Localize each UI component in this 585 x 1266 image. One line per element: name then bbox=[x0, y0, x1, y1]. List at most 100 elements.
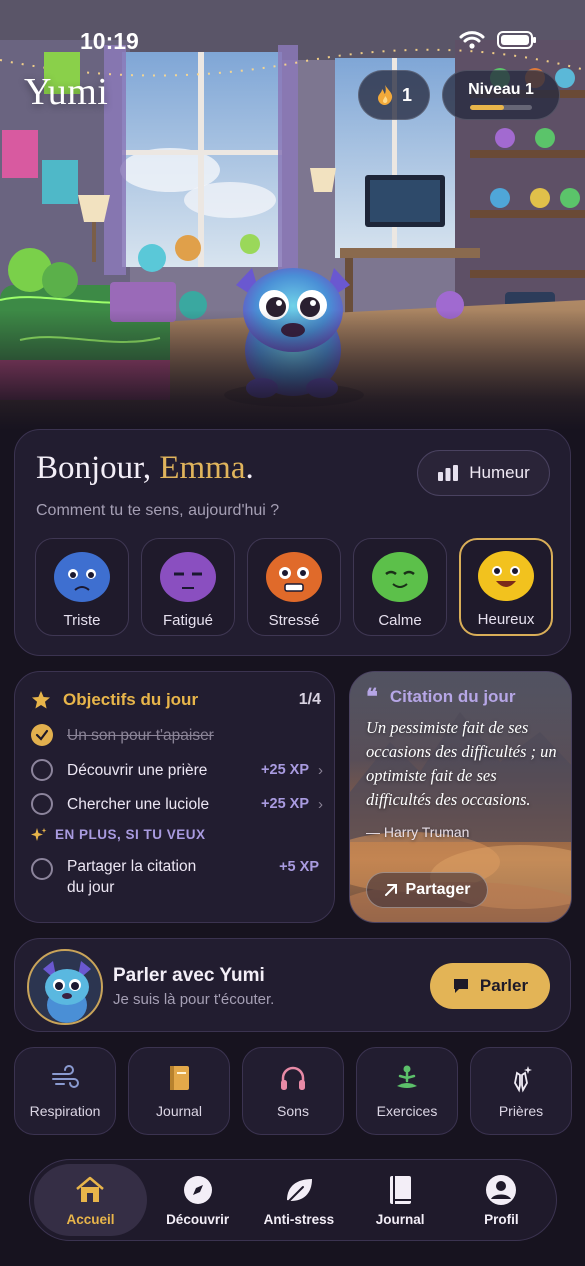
bonus-objective-label: Partager la citation du jour bbox=[67, 856, 196, 898]
mood-label: Triste bbox=[63, 612, 101, 629]
battery-icon bbox=[497, 31, 536, 49]
greeting-hello: Bonjour, bbox=[36, 450, 152, 486]
objective-item[interactable]: Découvrir une prière +25 XP › bbox=[31, 755, 323, 785]
tired-monster-icon bbox=[160, 552, 216, 602]
bonus-line-1: Partager la citation bbox=[67, 858, 197, 875]
mood-option-calme[interactable]: Calme bbox=[353, 538, 447, 636]
book-icon bbox=[390, 1175, 412, 1204]
tool-label: Sons bbox=[277, 1103, 309, 1119]
sparkles-icon bbox=[31, 828, 47, 841]
bonus-line-2: du jour bbox=[67, 879, 115, 896]
quote-title: Citation du jour bbox=[389, 687, 516, 706]
tool-label: Prières bbox=[498, 1103, 544, 1119]
greeting-period: . bbox=[245, 450, 254, 486]
quote-marks-icon: ❝ bbox=[366, 684, 378, 710]
objective-label: Découvrir une prière bbox=[67, 761, 208, 779]
greeting-title: Bonjour, Emma. bbox=[36, 450, 254, 487]
mood-label: Fatigué bbox=[162, 612, 214, 629]
mood-option-heureux[interactable]: Heureux bbox=[459, 538, 553, 636]
mood-label: Heureux bbox=[477, 611, 535, 628]
tab-decouvrir[interactable]: Découvrir bbox=[147, 1164, 248, 1236]
praying-hands-icon bbox=[514, 1066, 532, 1093]
talk-with-yumi-card[interactable]: Parler avec Yumi Je suis là pour t'écout… bbox=[14, 938, 571, 1032]
talk-button-label: Parler bbox=[479, 976, 529, 995]
tool-sons[interactable]: Sons bbox=[242, 1047, 344, 1135]
profile-icon bbox=[486, 1174, 517, 1205]
tab-label: Anti-stress bbox=[263, 1211, 335, 1227]
mood-option-fatigue[interactable]: Fatigué bbox=[141, 538, 235, 636]
bonus-section-label: EN PLUS, SI TU VEUX bbox=[31, 827, 206, 843]
tab-label: Accueil bbox=[66, 1211, 115, 1227]
objectives-title: Objectifs du jour bbox=[63, 690, 199, 709]
hero-banner: 10:19 Yumi 1 Niveau 1 bbox=[0, 0, 585, 430]
objective-item[interactable]: Chercher une luciole +25 XP › bbox=[31, 789, 323, 819]
calm-monster-icon bbox=[372, 552, 428, 602]
greeting-card: Bonjour, Emma. Humeur Comment tu te sens… bbox=[14, 429, 571, 656]
flame-icon bbox=[377, 85, 393, 105]
xp-reward: +25 XP bbox=[261, 796, 309, 812]
mood-label: Calme bbox=[378, 612, 422, 629]
mood-history-button[interactable]: Humeur bbox=[417, 450, 550, 496]
quote-card: ❝ Citation du jour Un pessimiste fait de… bbox=[349, 671, 572, 923]
talk-subtitle: Je suis là pour t'écouter. bbox=[113, 991, 275, 1008]
sad-monster-icon bbox=[54, 552, 110, 602]
mood-label: Stressé bbox=[268, 612, 320, 629]
mood-option-stresse[interactable]: Stressé bbox=[247, 538, 341, 636]
checkmark-icon bbox=[31, 724, 53, 746]
mood-question: Comment tu te sens, aujourd'hui ? bbox=[36, 502, 280, 519]
level-progress-fill bbox=[470, 104, 505, 110]
status-bar: 10:19 bbox=[0, 26, 585, 56]
bonus-label-text: EN PLUS, SI TU VEUX bbox=[55, 827, 206, 842]
quote-text: Un pessimiste fait de ses occasions des … bbox=[366, 718, 557, 809]
book-icon bbox=[170, 1066, 189, 1090]
tab-journal[interactable]: Journal bbox=[349, 1164, 450, 1236]
objective-label: Chercher une luciole bbox=[67, 795, 210, 813]
share-quote-button[interactable]: Partager bbox=[366, 872, 488, 908]
mood-option-triste[interactable]: Triste bbox=[35, 538, 129, 636]
status-icons bbox=[459, 30, 537, 50]
status-time: 10:19 bbox=[80, 28, 139, 54]
bar-chart-icon bbox=[438, 465, 459, 481]
user-name: Emma bbox=[159, 450, 246, 486]
empty-checkbox-icon bbox=[31, 858, 53, 880]
bonus-objective-item[interactable]: Partager la citation du jour +5 XP bbox=[31, 856, 323, 904]
level-label: Niveau 1 bbox=[468, 80, 534, 98]
yumi-avatar bbox=[27, 949, 103, 1025]
talk-button[interactable]: Parler bbox=[430, 963, 550, 1009]
chevron-right-icon: › bbox=[318, 761, 323, 779]
mood-selector: Triste Fatigué Stressé Calme Heureux bbox=[35, 538, 553, 636]
tool-respiration[interactable]: Respiration bbox=[14, 1047, 116, 1135]
tool-journal[interactable]: Journal bbox=[128, 1047, 230, 1135]
wind-icon bbox=[52, 1065, 79, 1088]
quote-header: ❝ Citation du jour bbox=[366, 684, 516, 710]
talk-title: Parler avec Yumi bbox=[113, 965, 265, 986]
objective-item-done[interactable]: Un son pour t'apaiser bbox=[31, 720, 323, 750]
tool-exercices[interactable]: Exercices bbox=[356, 1047, 458, 1135]
bottom-tab-bar: Accueil Découvrir Anti-stress Journal Pr… bbox=[29, 1159, 557, 1241]
level-pill[interactable]: Niveau 1 bbox=[442, 70, 560, 120]
tool-label: Respiration bbox=[29, 1103, 101, 1119]
tool-label: Journal bbox=[156, 1103, 202, 1119]
home-icon bbox=[76, 1176, 105, 1202]
headphones-icon bbox=[281, 1066, 305, 1090]
quote-author: — Harry Truman bbox=[366, 824, 470, 840]
tab-profil[interactable]: Profil bbox=[451, 1164, 552, 1236]
wifi-icon bbox=[459, 31, 485, 49]
xp-reward: +5 XP bbox=[279, 859, 319, 875]
stressed-monster-icon bbox=[266, 552, 322, 602]
chevron-right-icon: › bbox=[318, 795, 323, 813]
objectives-header: Objectifs du jour 1/4 bbox=[31, 688, 321, 712]
chat-bubble-icon bbox=[453, 979, 468, 993]
daily-objectives-card: Objectifs du jour 1/4 Un son pour t'apai… bbox=[14, 671, 335, 923]
tab-accueil[interactable]: Accueil bbox=[34, 1164, 147, 1236]
streak-pill[interactable]: 1 bbox=[358, 70, 430, 120]
share-label: Partager bbox=[405, 881, 471, 898]
xp-reward: +25 XP bbox=[261, 762, 309, 778]
streak-count: 1 bbox=[401, 84, 412, 105]
hero-fade bbox=[0, 310, 585, 430]
objective-label: Un son pour t'apaiser bbox=[67, 726, 214, 744]
tool-prieres[interactable]: Prières bbox=[470, 1047, 572, 1135]
app-logo: Yumi bbox=[24, 71, 109, 113]
tab-anti-stress[interactable]: Anti-stress bbox=[248, 1164, 349, 1236]
level-progress-bar bbox=[470, 104, 532, 110]
